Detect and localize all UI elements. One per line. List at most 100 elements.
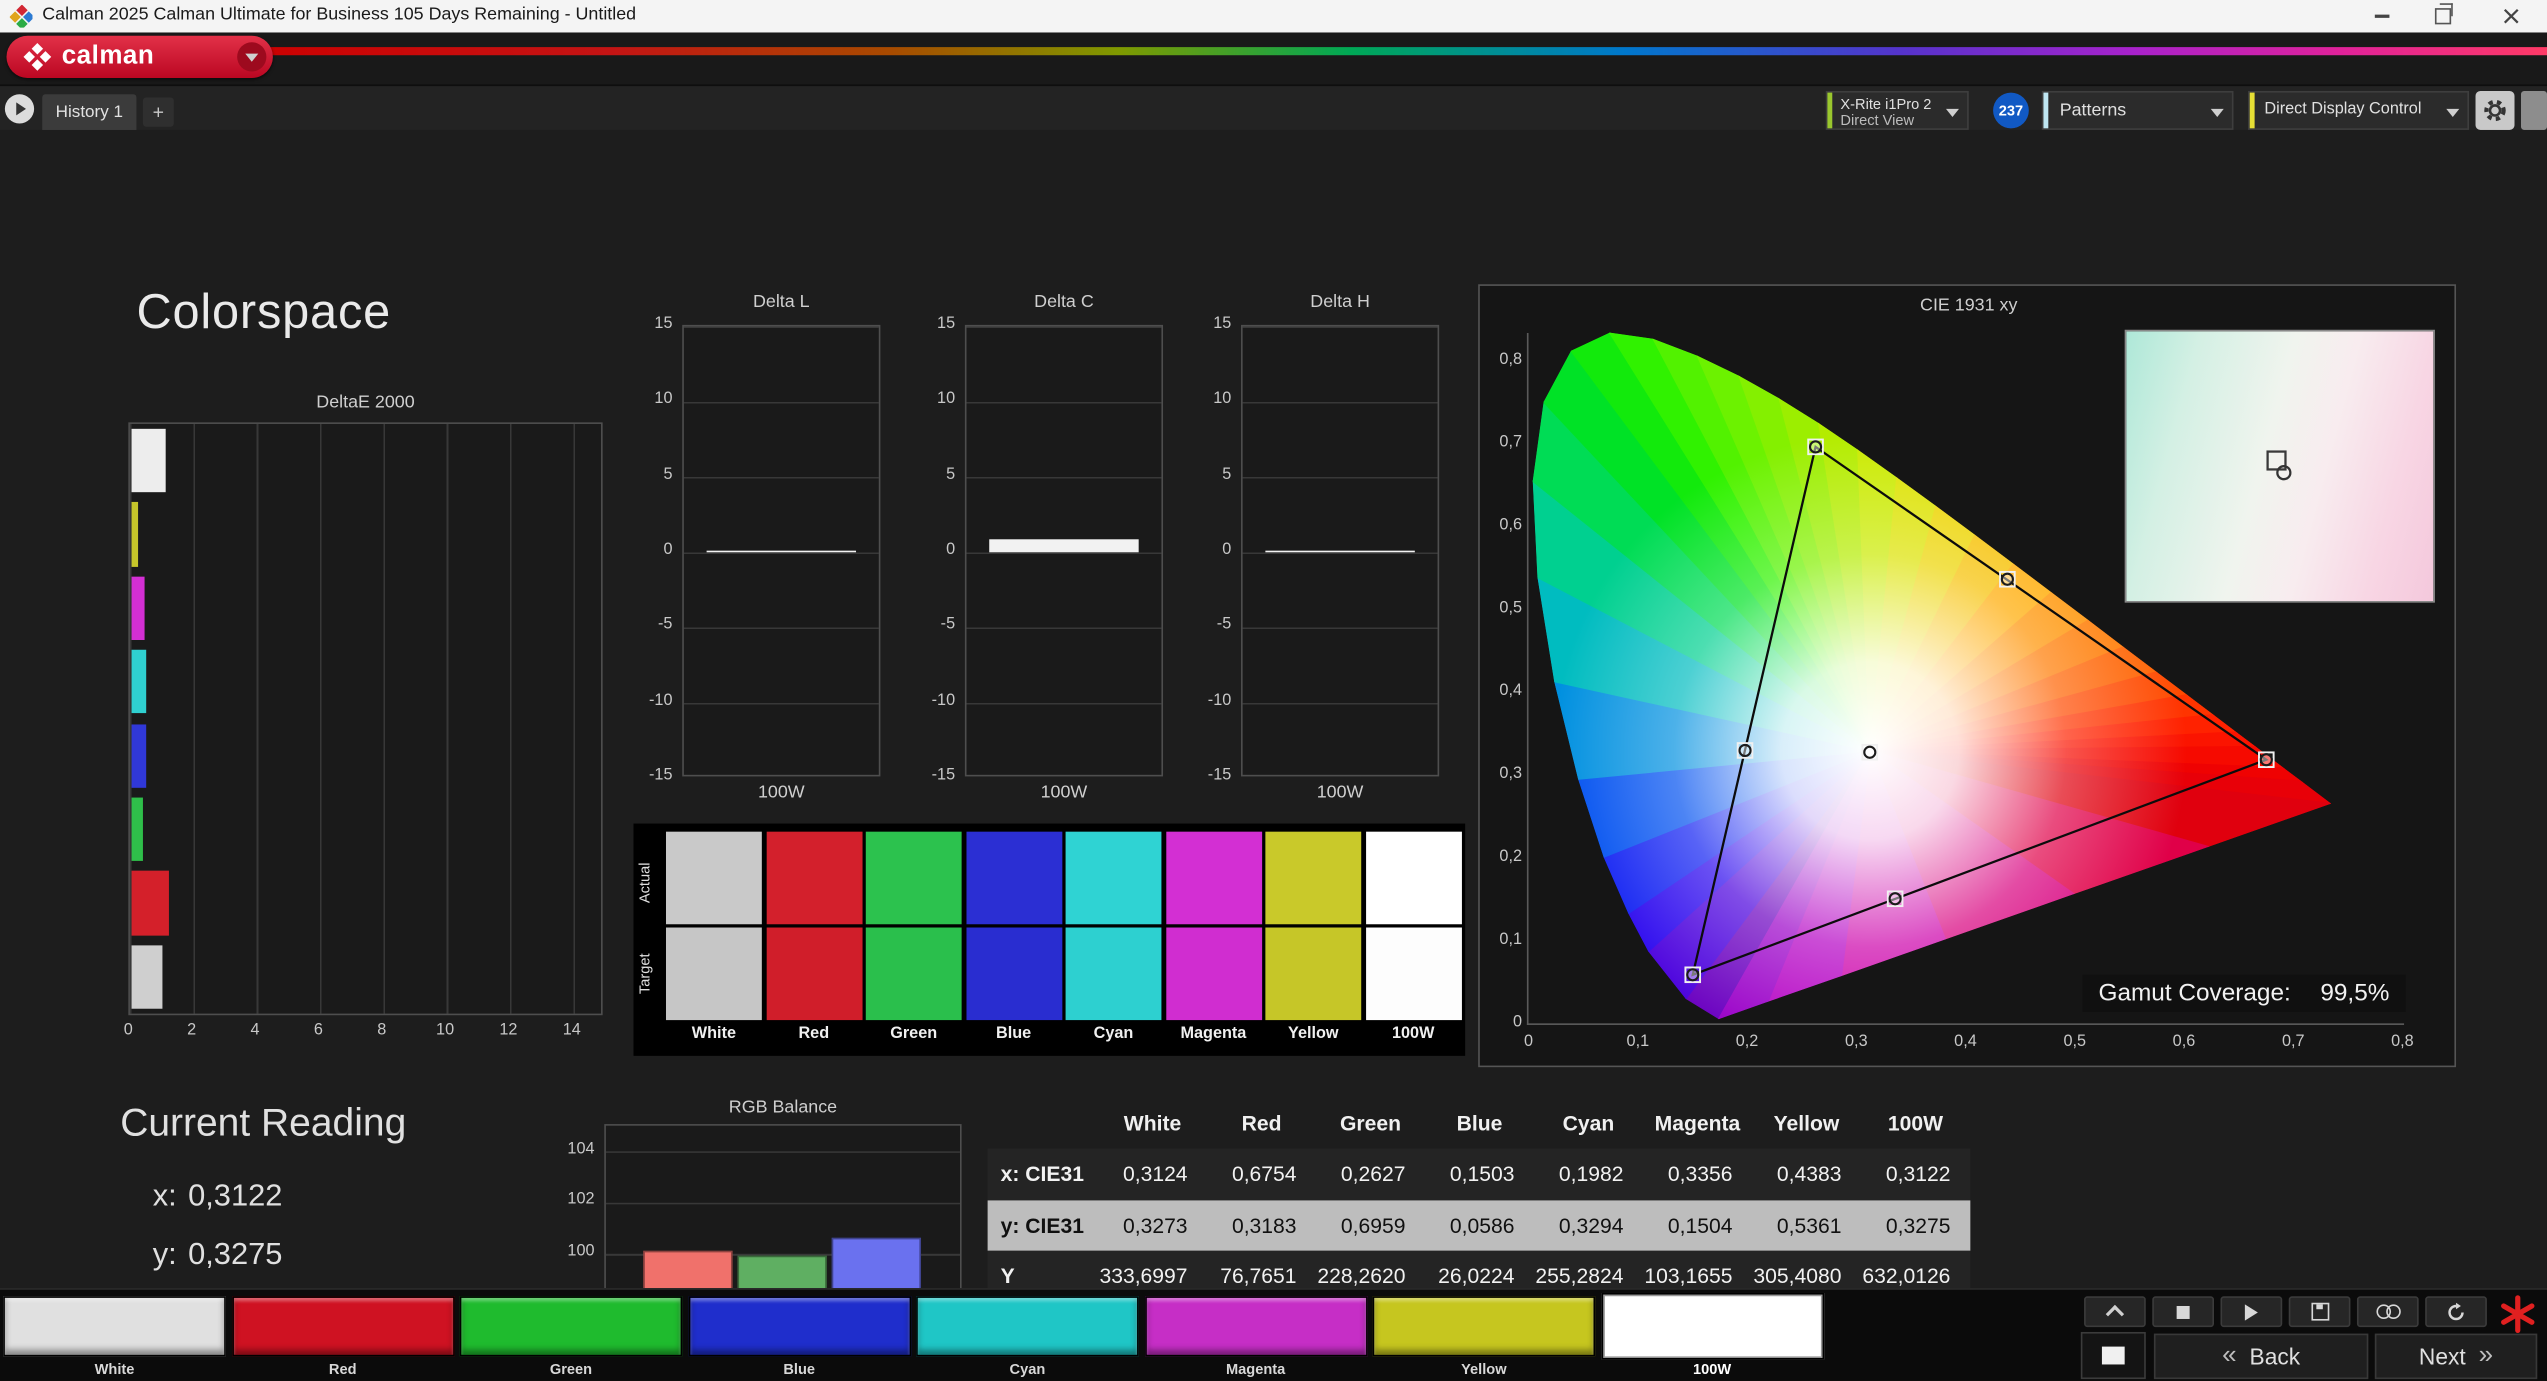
- swatch-label: Blue: [995, 1024, 1032, 1043]
- videowall-button[interactable]: [2080, 1331, 2146, 1380]
- add-tab-button[interactable]: +: [142, 97, 174, 127]
- next-button[interactable]: Next »: [2374, 1333, 2538, 1380]
- calman-diamond-icon: [23, 42, 52, 71]
- page-title: Colorspace: [136, 285, 392, 340]
- cie-x-axis: 0 0,1 0,2 0,3 0,4 0,5 0,6 0,7 0,8: [1480, 1033, 2458, 1056]
- whitepoint-inset-marker: [2266, 450, 2292, 481]
- close-button[interactable]: [2474, 0, 2547, 32]
- refresh-button[interactable]: [2425, 1296, 2487, 1328]
- mini-chart-plot: [964, 324, 1164, 777]
- restore-button[interactable]: [2412, 0, 2474, 32]
- patch-button-cyan[interactable]: [916, 1296, 1139, 1357]
- table-cell: 0,3183: [1231, 1213, 1297, 1238]
- table-row: x: CIE31 0,3124 0,6754 0,2627 0,1503 0,1982 0,…: [987, 1148, 1971, 1200]
- patch-button-red[interactable]: [231, 1296, 455, 1357]
- cie-xtick: 0,3: [1845, 1033, 1868, 1051]
- panel-expand-handle[interactable]: [2521, 90, 2547, 130]
- swatch-actual-cyan: [1065, 831, 1162, 925]
- table-cell: 0,3124: [1122, 1161, 1188, 1187]
- patterns-label: Patterns: [2059, 100, 2127, 121]
- save-button[interactable]: [2288, 1296, 2351, 1328]
- tab-history-1[interactable]: History 1: [42, 94, 137, 130]
- minimize-button[interactable]: [2350, 0, 2412, 32]
- patterns-dropdown[interactable]: Patterns: [2041, 90, 2234, 130]
- table-cell: 0,4383: [1776, 1161, 1842, 1187]
- play-button[interactable]: [2220, 1296, 2283, 1328]
- cie-ytick: 0,3: [1499, 765, 1523, 783]
- mini-chart-ytick: 0: [663, 540, 673, 559]
- restore-icon: [2434, 3, 2453, 25]
- swatch-target-yellow: [1265, 927, 1362, 1021]
- patch-button-magenta[interactable]: [1144, 1296, 1367, 1357]
- mini-chart-ytick: 5: [663, 465, 673, 484]
- patch-button-blue[interactable]: [687, 1296, 911, 1357]
- mini-chart-bar: [989, 538, 1138, 553]
- reading-x: x: 0,3122: [152, 1179, 283, 1214]
- display-control-dropdown[interactable]: Direct Display Control: [2248, 90, 2470, 130]
- deltae-chart: [128, 422, 603, 1016]
- table-cell: 255,2824: [1535, 1264, 1624, 1289]
- mini-chart-xlabel: 100W: [757, 782, 805, 803]
- patch-button-green[interactable]: [459, 1296, 683, 1357]
- rgb-bar-green: [737, 1255, 827, 1289]
- patch-button-label: White: [94, 1361, 135, 1378]
- swatch-actual-100w: [1365, 831, 1462, 925]
- cie-ytick: 0: [1512, 1013, 1523, 1032]
- mini-chart-ytick: -5: [658, 616, 673, 634]
- mini-chart-delta-h: Delta H 15 10 5 0 -5 -10 -15 100W: [1176, 292, 1452, 815]
- back-button[interactable]: « Back: [2153, 1333, 2369, 1380]
- table-cell: 0,1504: [1667, 1213, 1733, 1238]
- deltae-bar-yellow: [131, 502, 139, 567]
- mini-chart-title: Delta H: [1310, 292, 1370, 312]
- patch-button-white[interactable]: [3, 1296, 226, 1357]
- deltae-xtick: 6: [313, 1021, 323, 1040]
- stop-button[interactable]: [2152, 1296, 2215, 1328]
- table-cell: 333,6997: [1099, 1264, 1188, 1289]
- table-cell: 0,2627: [1340, 1161, 1406, 1187]
- mini-chart-xlabel: 100W: [1316, 782, 1364, 803]
- mini-chart-ytick: 10: [937, 390, 956, 409]
- meter-mode: Direct View: [1840, 112, 1915, 129]
- settings-button[interactable]: [2475, 90, 2515, 130]
- back-label: Back: [2249, 1343, 2301, 1370]
- mini-chart-ytick: 0: [1222, 540, 1232, 559]
- mini-chart-ytick: 15: [937, 315, 956, 333]
- rgb-ytick: 102: [567, 1191, 595, 1210]
- swatch-target-100w: [1365, 927, 1462, 1021]
- rgb-ytick: 100: [567, 1242, 595, 1261]
- deltae-chart-title: DeltaE 2000: [316, 393, 415, 413]
- chevron-down-icon: [245, 52, 259, 61]
- patch-button-yellow[interactable]: [1372, 1296, 1596, 1357]
- swatch-label: Cyan: [1093, 1024, 1134, 1043]
- tab-nav-button[interactable]: [4, 94, 35, 124]
- cie-y-axis: 0,8 0,7 0,6 0,5 0,4 0,3 0,2 0,1 0: [1480, 286, 1525, 1069]
- deltae-xtick: 14: [562, 1021, 581, 1040]
- table-col-header: Green: [1339, 1110, 1402, 1135]
- collapse-button[interactable]: [2084, 1296, 2146, 1328]
- cie-xtick: 0,6: [2172, 1033, 2196, 1051]
- patch-button-100w[interactable]: [1600, 1292, 1824, 1360]
- logo-menu-chevron[interactable]: [237, 42, 267, 72]
- patch-button-label: Cyan: [1009, 1361, 1046, 1378]
- cie-xtick: 0,1: [1626, 1033, 1650, 1051]
- table-row: Y 333,6997 76,7651 228,2620 26,0224 255,2824 1…: [987, 1251, 1971, 1289]
- deltae-xtick: 0: [123, 1021, 133, 1040]
- mini-chart-ytick: -15: [931, 766, 956, 785]
- table-cell: 305,4080: [1753, 1264, 1842, 1289]
- table-row-label: y: CIE31: [1000, 1213, 1084, 1238]
- gear-icon: [2484, 99, 2506, 122]
- deltae-bar-100w: [131, 944, 163, 1009]
- table-cell: 26,0224: [1438, 1264, 1515, 1289]
- mini-chart-ytick: -15: [649, 766, 673, 785]
- mini-chart-ytick: -5: [940, 616, 956, 634]
- calman-logo-button[interactable]: calman: [6, 35, 273, 78]
- mini-chart-xlabel: 100W: [1040, 782, 1088, 803]
- mini-chart-ytick: 10: [1213, 390, 1232, 409]
- cie-xtick: 0,2: [1735, 1033, 1759, 1051]
- cie-measured-marker-cyan: [1738, 743, 1752, 758]
- link-button[interactable]: [2356, 1296, 2419, 1328]
- swatch-target-red: [765, 927, 862, 1021]
- patterns-status-indicator: [2043, 92, 2049, 129]
- mini-chart-bar: [707, 550, 856, 553]
- meter-dropdown[interactable]: X-Rite i1Pro 2 Direct View: [1825, 90, 1969, 130]
